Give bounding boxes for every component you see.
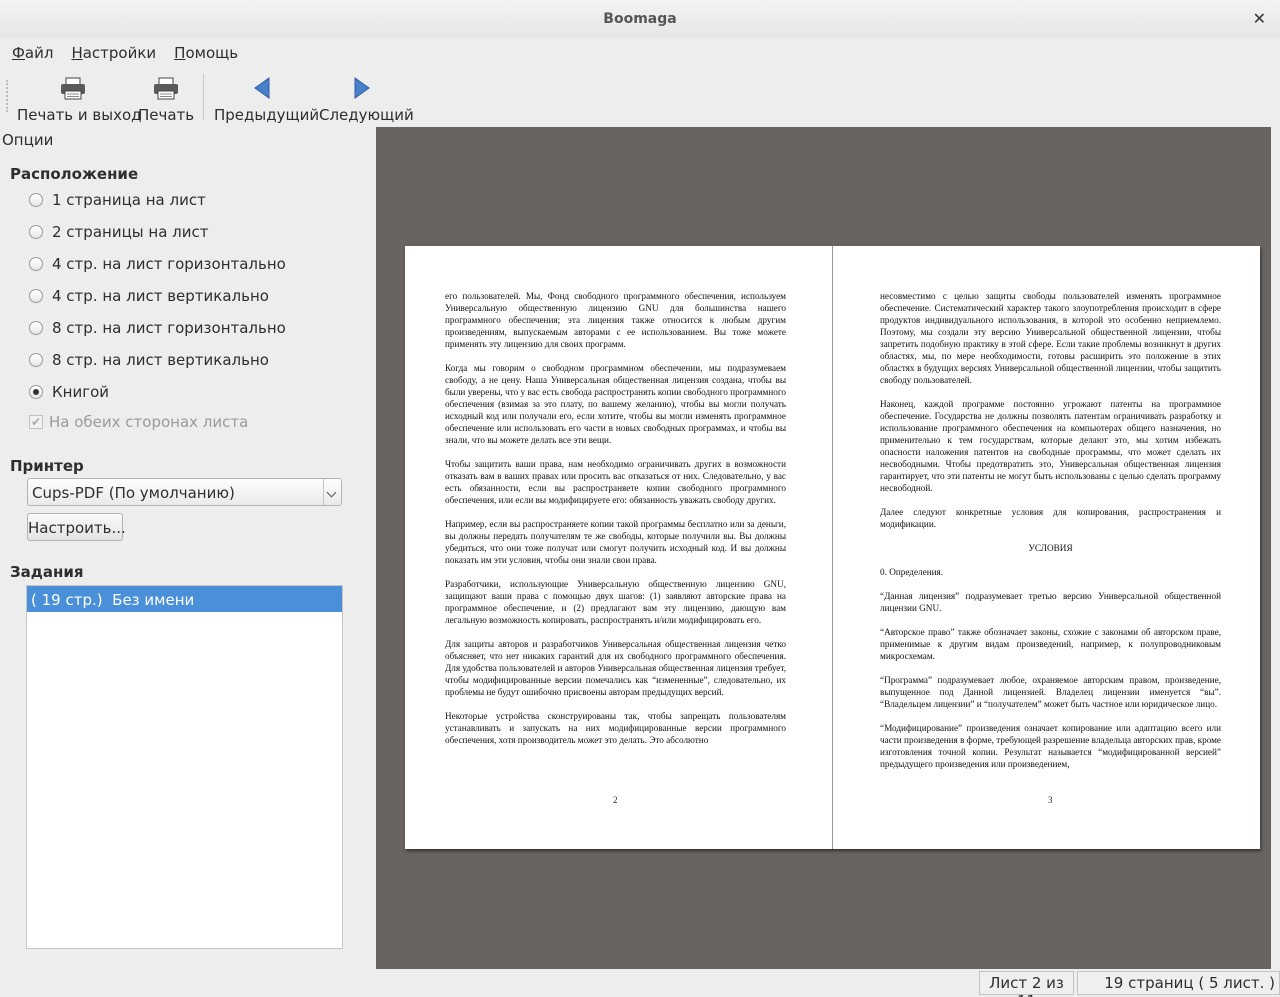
title-bar: Boomaga ✕ (0, 0, 1280, 38)
radio-button-selected[interactable] (29, 385, 43, 399)
toolbar-grip[interactable] (6, 80, 8, 112)
layout-option-label: 4 стр. на лист вертикально (52, 287, 269, 305)
radio-button[interactable] (29, 225, 43, 239)
printer-select-value: Cups-PDF (По умолчанию) (32, 484, 235, 502)
next-label: Следующий (319, 106, 414, 124)
prev-button[interactable]: Предыдущий (214, 68, 320, 124)
page-paragraph: несовместимо с целью защиты свободы поль… (880, 291, 1221, 385)
page-paragraph: 0. Определения. (880, 567, 944, 577)
jobs-heading: Задания (10, 563, 84, 581)
layout-option-label: 8 стр. на лист вертикально (52, 351, 269, 369)
print-exit-label: Печать и выход (17, 106, 142, 124)
radio-button[interactable] (29, 321, 43, 335)
radio-button[interactable] (29, 257, 43, 271)
page-paragraph: Когда мы говорим о свободном программном… (445, 363, 786, 445)
radio-button[interactable] (29, 289, 43, 303)
page-paragraph: Для защиты авторов и разработчиков Униве… (445, 639, 786, 697)
menu-file-label: айл (24, 44, 54, 62)
printer-icon (61, 77, 85, 100)
duplex-checkbox-row: ✔ На обеих сторонах листа (29, 413, 248, 431)
layout-option-4up-v[interactable]: 4 стр. на лист вертикально (29, 284, 269, 308)
layout-option-booklet[interactable]: Книгой (29, 380, 109, 404)
layout-option-label: 1 страница на лист (52, 191, 206, 209)
page-paragraph: “Программа” подразумевает любое, охраняе… (880, 675, 1221, 709)
page-paragraph: Например, если вы распространяете копии … (445, 519, 786, 565)
options-title: Опции (2, 131, 54, 149)
print-button[interactable]: Печать (138, 68, 194, 124)
sheet-fold-line (832, 246, 833, 849)
printer-icon (154, 77, 178, 100)
page-paragraph: Разработчики, использующие Универсальную… (445, 579, 786, 625)
layout-option-label: 4 стр. на лист горизонтально (52, 255, 286, 273)
menu-help[interactable]: Помощь (162, 40, 238, 66)
job-pages: ( 19 стр.) (31, 591, 103, 609)
layout-option-8up-v[interactable]: 8 стр. на лист вертикально (29, 348, 269, 372)
page-paragraph: его пользователей. Мы, Фонд свободного п… (445, 291, 786, 349)
status-sheet: Лист 2 из 11 (979, 971, 1074, 997)
job-name: Без имени (112, 591, 195, 609)
layout-option-label: Книгой (52, 383, 110, 401)
toolbar-separator (203, 74, 204, 120)
left-page-number: 2 (613, 795, 618, 805)
next-button[interactable]: Следующий (319, 68, 414, 124)
toolbar: Печать и выход Печать Предыдущий Следующ… (0, 68, 1280, 126)
layout-option-label: 8 стр. на лист горизонтально (52, 319, 286, 337)
arrow-left-icon (253, 77, 269, 99)
radio-button[interactable] (29, 193, 43, 207)
print-exit-button[interactable]: Печать и выход (17, 68, 142, 124)
prev-label: Предыдущий (214, 106, 320, 124)
layout-heading: Расположение (10, 165, 139, 183)
jobs-list[interactable]: ( 19 стр.) Без имени (26, 585, 343, 949)
preview-sheet: его пользователей. Мы, Фонд свободного п… (405, 246, 1260, 849)
configure-button[interactable]: Настроить... (27, 513, 126, 541)
printer-heading: Принтер (10, 457, 84, 475)
menu-file[interactable]: Файл (0, 40, 53, 66)
page-paragraph: “Модифицирование” произведения означает … (880, 723, 1221, 769)
menu-settings[interactable]: Настройки (59, 40, 156, 66)
layout-option-8up-h[interactable]: 8 стр. на лист горизонтально (29, 316, 286, 340)
menu-file-hotkey: Ф (12, 44, 25, 62)
print-label: Печать (138, 106, 195, 124)
duplex-label: На обеих сторонах листа (49, 413, 249, 431)
page-paragraph: Далее следуют конкретные условия для коп… (880, 507, 1221, 529)
right-page-text: несовместимо с целью защиты свободы поль… (880, 290, 1221, 782)
page-paragraph: “Данная лицензия” подразумевает третью в… (880, 591, 1221, 613)
page-paragraph: Наконец, каждой программе постоянно угро… (880, 399, 1221, 493)
status-pages: 19 страниц ( 5 лист. ) (1077, 971, 1280, 995)
left-page-text: его пользователей. Мы, Фонд свободного п… (445, 290, 786, 758)
window-title: Boomaga (603, 11, 677, 27)
right-page-number: 3 (1048, 795, 1053, 805)
page-paragraph: УСЛОВИЯ (1028, 543, 1073, 553)
page-paragraph: “Авторское право” также обозначает закон… (880, 627, 1221, 661)
duplex-checkbox: ✔ (29, 415, 43, 429)
chevron-down-icon[interactable] (323, 479, 341, 505)
layout-option-label: 2 страницы на лист (52, 223, 209, 241)
page-paragraph: Некоторые устройства сконструированы так… (445, 711, 786, 745)
arrow-right-icon (354, 77, 370, 99)
menu-bar: Файл Настройки Помощь (0, 40, 244, 66)
menu-settings-hotkey: Н (71, 44, 83, 62)
page-paragraph: Чтобы защитить ваши права, нам необходим… (445, 459, 786, 505)
printer-select[interactable]: Cups-PDF (По умолчанию) (27, 478, 342, 506)
layout-option-1up[interactable]: 1 страница на лист (29, 188, 206, 212)
layout-option-4up-h[interactable]: 4 стр. на лист горизонтально (29, 252, 286, 276)
radio-button[interactable] (29, 353, 43, 367)
preview-area[interactable]: его пользователей. Мы, Фонд свободного п… (376, 127, 1271, 969)
close-icon[interactable]: ✕ (1253, 9, 1266, 28)
menu-help-hotkey: П (174, 44, 186, 62)
menu-settings-label: астройки (82, 44, 157, 62)
menu-help-label: омощь (185, 44, 239, 62)
job-row-selected[interactable]: ( 19 стр.) Без имени (27, 586, 342, 612)
layout-option-2up[interactable]: 2 страницы на лист (29, 220, 208, 244)
